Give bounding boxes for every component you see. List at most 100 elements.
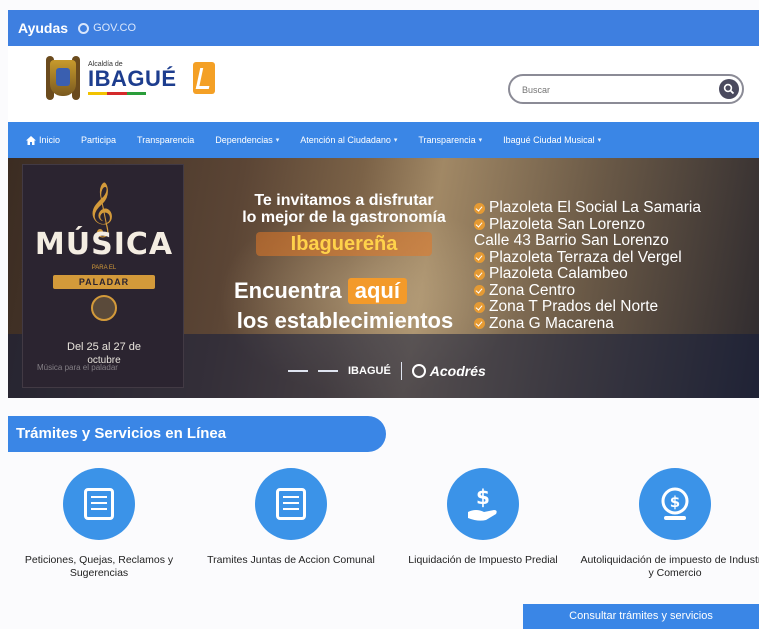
search-input[interactable] — [522, 82, 702, 98]
banner-ibague-logo: IBAGUÉ — [348, 365, 391, 377]
nav-item-label: Transparencia — [418, 135, 476, 145]
place-name: Zona T Prados del Norte — [489, 298, 659, 315]
site-header: Alcaldía de IBAGUÉ — [8, 46, 759, 122]
banner-sponsor-logos: IBAGUÉ Acodrés — [288, 362, 486, 380]
service-impuesto-predial[interactable]: $ Liquidación de Impuesto Predial — [388, 468, 578, 567]
nav-item-label: Dependencias — [215, 135, 273, 145]
nav-item-inicio[interactable]: Inicio — [26, 135, 60, 145]
check-icon — [474, 252, 485, 264]
divider — [400, 362, 402, 380]
search-icon — [723, 83, 735, 95]
check-icon — [474, 318, 485, 330]
page: Ayudas GOV.CO Alcaldía de IBAGUÉ Buscar … — [0, 0, 759, 629]
places-list: Plazoleta El Social La Samaria Plazoleta… — [474, 199, 759, 333]
place-name: Zona Centro — [489, 281, 576, 299]
aqui-link[interactable]: aquí — [347, 278, 407, 304]
document-list-icon — [63, 468, 135, 540]
acodres-ring-icon — [411, 364, 426, 378]
place-name: Zona G Macarena — [489, 314, 614, 332]
main-nav: Inicio Participa Transparencia Dependenc… — [8, 122, 759, 158]
alcaldia-logo[interactable]: Alcaldía de IBAGUÉ — [46, 54, 215, 102]
check-icon — [474, 219, 485, 231]
place-subtext: Calle 43 Barrio San Lorenzo — [474, 232, 669, 249]
chevron-down-icon: ▾ — [275, 137, 280, 144]
poster-para: PARA EL — [91, 265, 117, 271]
place-name: Plazoleta Calambeo — [489, 265, 628, 282]
banner-ibaguerena: Ibaguereña — [256, 232, 432, 256]
hand-dollar-icon: $ — [447, 468, 519, 540]
nav-item-dependencias[interactable]: Dependencias ▾ — [215, 135, 279, 145]
banner-invite-text: Te invitamos a disfrutar lo mejor de la … — [213, 192, 475, 226]
invite-line-2: lo mejor de la gastronomía — [242, 209, 446, 226]
flag-stripe — [88, 92, 146, 95]
place-item: Plazoleta El Social La Samaria — [474, 199, 759, 217]
check-icon — [474, 285, 485, 297]
place-item: Plazoleta San Lorenzo — [474, 215, 759, 234]
nav-item-transparencia-menu[interactable]: Transparencia ▾ — [418, 135, 482, 145]
nav-item-ciudad-musical[interactable]: Ibagué Ciudad Musical ▾ — [503, 135, 601, 145]
place-item: Plazoleta Terraza del Vergel — [474, 248, 759, 267]
document-list-icon — [255, 468, 327, 540]
check-icon — [474, 268, 485, 280]
banner-encuentra: Encuentra aquí — [234, 278, 464, 304]
service-label: Autoliquidación de impuesto de Industria… — [580, 554, 759, 579]
poster-date: Del 25 al 27 de — [67, 341, 141, 353]
section-title: Trámites y Servicios en Línea — [8, 416, 386, 452]
place-item: Plazoleta Calambeo — [474, 265, 759, 283]
service-label: Peticiones, Quejas, Reclamos y Sugerenci… — [24, 554, 174, 579]
nav-item-label: Transparencia — [137, 135, 195, 145]
place-item: Zona T Prados del Norte — [474, 298, 759, 316]
top-bar: Ayudas GOV.CO — [8, 10, 759, 46]
place-name: Plazoleta Terraza del Vergel — [489, 248, 682, 266]
nav-item-atencion-ciudadano[interactable]: Atención al Ciudadano ▾ — [300, 135, 397, 145]
place-item: Zona Centro — [474, 281, 759, 300]
poster-title: MÚSICA — [34, 227, 174, 262]
divider — [318, 370, 338, 372]
svg-text:$: $ — [670, 493, 680, 511]
hero-banner[interactable]: 𝄞 MÚSICA PARA EL PALADAR Del 25 al 27 de… — [8, 158, 759, 398]
service-label: Tramites Juntas de Accion Comunal — [207, 554, 375, 566]
acodres-label: Acodrés — [429, 363, 486, 379]
check-icon — [474, 301, 485, 313]
ayudas-link[interactable]: Ayudas — [18, 20, 68, 36]
banner-establecimientos: los establecimientos — [236, 308, 454, 333]
place-name: Plazoleta San Lorenzo — [489, 215, 645, 233]
place-item: Zona G Macarena — [474, 314, 759, 333]
gov-co-link[interactable]: GOV.CO — [78, 22, 136, 34]
coat-of-arms-icon — [46, 54, 80, 102]
encuentra-text: Encuentra — [234, 278, 342, 303]
nav-item-label: Atención al Ciudadano — [300, 135, 391, 145]
search-box — [508, 74, 744, 104]
check-icon — [474, 202, 485, 214]
logo-city-name: IBAGUÉ — [88, 66, 177, 91]
nav-item-label: Inicio — [39, 135, 61, 145]
search-button[interactable] — [719, 79, 739, 99]
chevron-down-icon: ▾ — [597, 137, 602, 144]
chevron-down-icon: ▾ — [393, 137, 398, 144]
chevron-down-icon: ▾ — [478, 137, 483, 144]
gov-co-icon — [78, 22, 90, 34]
dollar-coin-icon: $ — [639, 468, 711, 540]
place-name: Plazoleta El Social La Samaria — [489, 199, 701, 216]
service-pqrs[interactable]: Peticiones, Quejas, Reclamos y Sugerenci… — [4, 468, 194, 580]
consult-tramites-button[interactable]: Consultar trámites y servicios — [523, 604, 759, 629]
home-icon — [26, 135, 36, 145]
acodres-logo: Acodrés — [411, 363, 486, 379]
nav-item-participa[interactable]: Participa — [81, 135, 116, 145]
service-industria-comercio[interactable]: $ Autoliquidación de impuesto de Industr… — [580, 468, 759, 580]
service-juntas-accion-comunal[interactable]: Tramites Juntas de Accion Comunal — [196, 468, 386, 567]
nav-item-transparencia[interactable]: Transparencia — [137, 135, 194, 145]
poster-paladar: PALADAR — [53, 275, 155, 289]
ibague-badge-icon — [192, 62, 215, 94]
nav-item-label: Ibagué Ciudad Musical — [503, 135, 595, 145]
gov-co-label: GOV.CO — [93, 22, 137, 34]
nav-item-label: Participa — [81, 135, 117, 145]
event-poster: 𝄞 MÚSICA PARA EL PALADAR Del 25 al 27 de… — [22, 164, 184, 388]
svg-text:$: $ — [476, 485, 490, 509]
invite-line-1: Te invitamos a disfrutar — [254, 192, 434, 209]
poster-date-month: octubre — [87, 355, 121, 366]
divider — [288, 370, 308, 372]
service-label: Liquidación de Impuesto Predial — [408, 554, 558, 566]
medal-icon — [91, 295, 117, 321]
services-grid: Peticiones, Quejas, Reclamos y Sugerenci… — [8, 468, 759, 598]
